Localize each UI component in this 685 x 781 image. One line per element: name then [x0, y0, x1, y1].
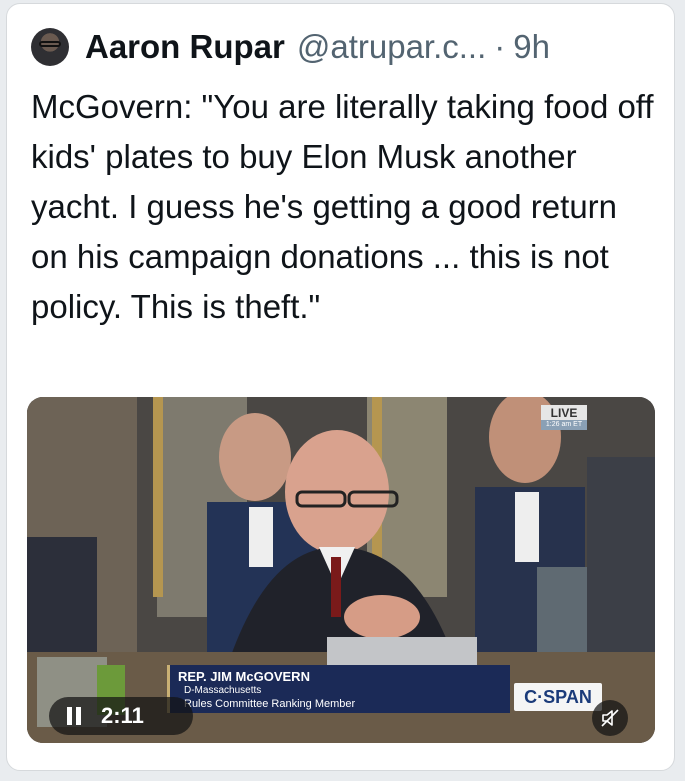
- tweet-time[interactable]: 9h: [513, 28, 550, 66]
- live-time: 1:26 am ET: [541, 420, 587, 430]
- author-handle[interactable]: @atrupar.c...: [297, 28, 486, 66]
- live-badge: LIVE 1:26 am ET: [541, 405, 587, 430]
- lower-third-caption: REP. JIM McGOVERN D-Massachusetts Rules …: [167, 665, 510, 713]
- pause-icon[interactable]: [67, 707, 83, 725]
- author-name[interactable]: Aaron Rupar: [85, 28, 285, 66]
- avatar[interactable]: [31, 28, 69, 66]
- video-duration: 2:11: [101, 703, 144, 728]
- live-label: LIVE: [550, 406, 578, 420]
- tweet-card[interactable]: Aaron Rupar @atrupar.c... · 9h McGovern:…: [6, 3, 675, 771]
- tweet-text: McGovern: "You are literally taking food…: [31, 88, 654, 325]
- video-player[interactable]: LIVE 1:26 am ET REP. JIM McGOVERN D-Mass…: [27, 397, 655, 743]
- caption-state: D-Massachusetts: [184, 685, 262, 696]
- tweet-header: Aaron Rupar @atrupar.c... · 9h: [31, 22, 550, 72]
- muted-speaker-icon: [601, 709, 619, 727]
- caption-name: REP. JIM McGOVERN: [178, 669, 310, 684]
- meta-separator: ·: [494, 28, 506, 65]
- network-logo: C·SPAN: [514, 683, 602, 711]
- caption-role: Rules Committee Ranking Member: [184, 698, 356, 710]
- mute-button[interactable]: [592, 700, 628, 736]
- playback-control[interactable]: 2:11: [49, 697, 193, 735]
